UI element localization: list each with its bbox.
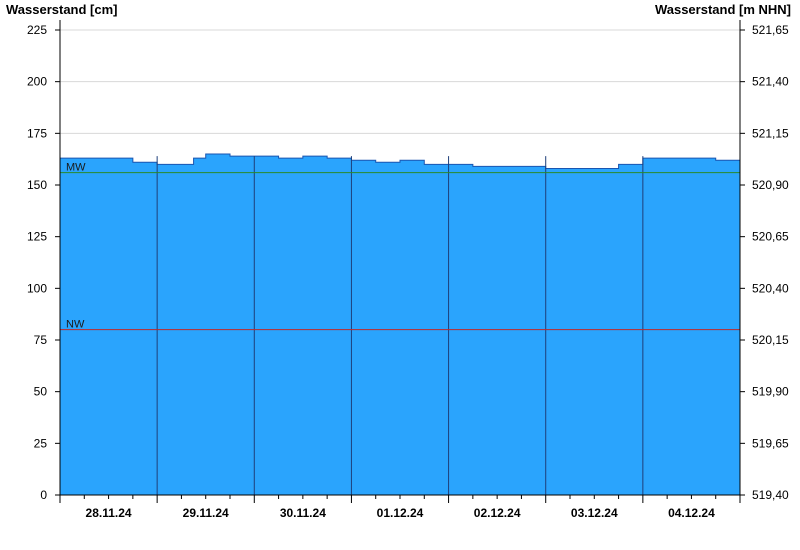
- left-tick-label: 225: [27, 23, 47, 37]
- left-tick-label: 125: [27, 230, 47, 244]
- date-label: 02.12.24: [474, 506, 521, 520]
- left-tick-label: 50: [34, 385, 48, 399]
- left-axis-title: Wasserstand [cm]: [6, 2, 118, 17]
- date-label: 30.11.24: [280, 506, 326, 520]
- date-label: 03.12.24: [571, 506, 618, 520]
- water-level-area: [59, 153, 741, 496]
- left-tick-label: 0: [40, 488, 47, 502]
- right-tick-label: 520,40: [752, 281, 789, 295]
- left-tick-label: 75: [34, 333, 48, 347]
- left-tick-label: 100: [27, 281, 47, 295]
- left-tick-label: 200: [27, 75, 47, 89]
- left-tick-label: 175: [27, 126, 47, 140]
- area-series: [59, 153, 741, 496]
- reference-label-mw: MW: [66, 162, 86, 174]
- right-axis-title: Wasserstand [m NHN]: [655, 2, 791, 17]
- left-tick-label: 25: [34, 436, 48, 450]
- date-label: 04.12.24: [668, 506, 715, 520]
- right-tick-label: 519,90: [752, 385, 789, 399]
- left-tick-label: 150: [27, 178, 47, 192]
- right-tick-label: 520,90: [752, 178, 789, 192]
- right-tick-label: 521,40: [752, 75, 789, 89]
- right-tick-label: 521,65: [752, 23, 789, 37]
- right-tick-label: 520,65: [752, 230, 789, 244]
- right-tick-label: 519,40: [752, 488, 789, 502]
- date-label: 01.12.24: [377, 506, 424, 520]
- right-tick-label: 519,65: [752, 436, 789, 450]
- right-tick-label: 520,15: [752, 333, 789, 347]
- date-label: 28.11.24: [86, 506, 132, 520]
- date-label: 29.11.24: [183, 506, 229, 520]
- water-level-chart: MW NW 0 25 50 75 100 125 150 175 200 225 519,40 519,…: [6, 2, 791, 520]
- reference-label-nw: NW: [66, 319, 85, 331]
- right-tick-label: 521,15: [752, 126, 789, 140]
